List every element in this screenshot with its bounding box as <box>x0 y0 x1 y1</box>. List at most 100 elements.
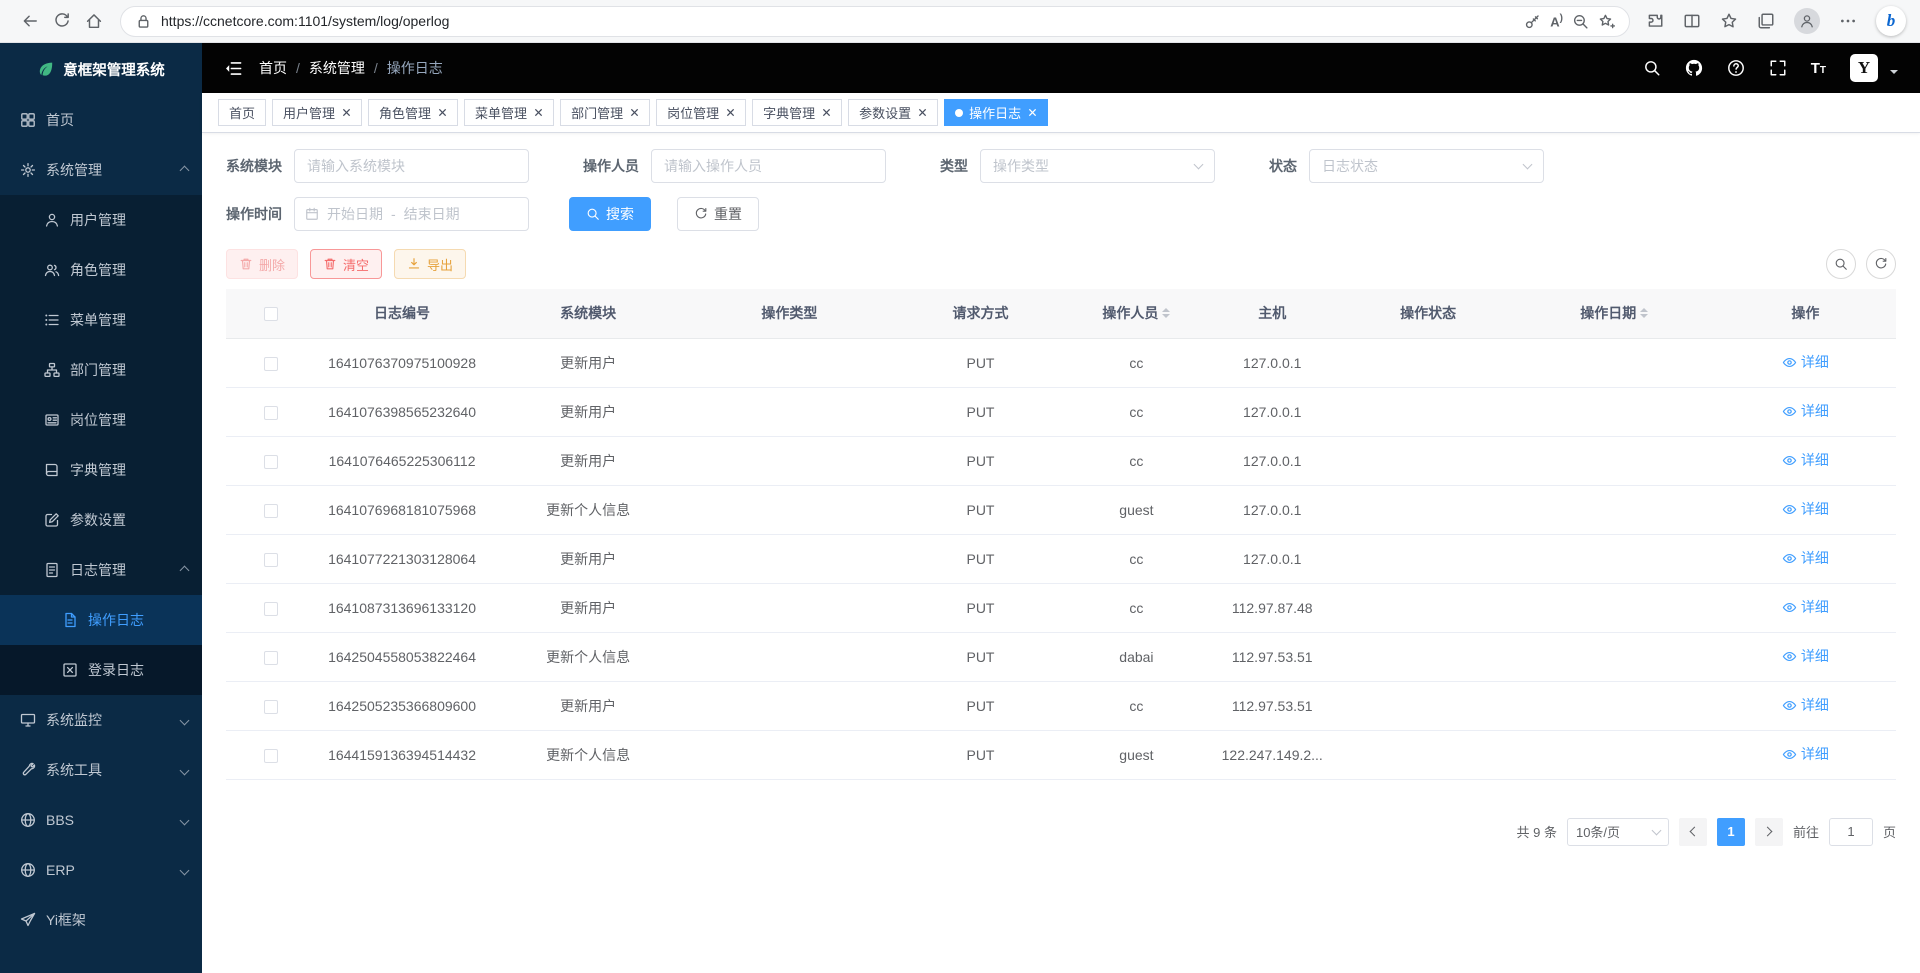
tab[interactable]: 字典管理 <box>752 99 842 126</box>
fullscreen-icon[interactable] <box>1769 59 1787 77</box>
font-size-icon[interactable]: TT <box>1811 60 1826 77</box>
collections-icon[interactable] <box>1757 12 1775 30</box>
tab-close-icon[interactable] <box>438 108 447 117</box>
detail-link[interactable]: 详细 <box>1782 695 1829 715</box>
toggle-search-button[interactable] <box>1826 249 1856 279</box>
zoom-out-icon[interactable] <box>1572 13 1589 30</box>
sort-caret-icon[interactable] <box>1162 304 1170 322</box>
user-avatar[interactable]: Y <box>1850 54 1878 82</box>
row-checkbox[interactable] <box>264 406 278 420</box>
password-key-icon[interactable] <box>1524 13 1541 30</box>
github-icon[interactable] <box>1685 59 1703 77</box>
sidebar-item-login-log[interactable]: 登录日志 <box>0 645 202 695</box>
detail-link[interactable]: 详细 <box>1782 597 1829 617</box>
reset-button[interactable]: 重置 <box>677 197 759 231</box>
tab-close-icon[interactable] <box>630 108 639 117</box>
bing-icon[interactable]: b <box>1876 6 1906 36</box>
detail-link[interactable]: 详细 <box>1782 450 1829 470</box>
sidebar-item-home[interactable]: 首页 <box>0 95 202 145</box>
sidebar-item-role-management[interactable]: 角色管理 <box>0 245 202 295</box>
date-range-picker[interactable]: 开始日期 - 结束日期 <box>294 197 529 231</box>
clear-button[interactable]: 清空 <box>310 249 382 279</box>
read-aloud-icon[interactable]: A) <box>1550 13 1563 29</box>
row-checkbox[interactable] <box>264 455 278 469</box>
select-all-checkbox[interactable] <box>264 307 278 321</box>
module-input[interactable] <box>294 149 529 183</box>
sidebar-item-system-tools[interactable]: 系统工具 <box>0 745 202 795</box>
tab[interactable]: 操作日志 <box>944 99 1048 126</box>
detail-link[interactable]: 详细 <box>1782 548 1829 568</box>
tab[interactable]: 角色管理 <box>368 99 458 126</box>
sidebar-collapse-button[interactable] <box>224 59 243 78</box>
sidebar-item-param-settings[interactable]: 参数设置 <box>0 495 202 545</box>
page-number-button[interactable]: 1 <box>1717 818 1745 846</box>
sidebar-item-system-management[interactable]: 系统管理 <box>0 145 202 195</box>
tab[interactable]: 首页 <box>218 99 266 126</box>
tab-close-icon[interactable] <box>342 108 351 117</box>
goto-page-input[interactable] <box>1829 818 1873 846</box>
sidebar-item-bbs[interactable]: BBS <box>0 795 202 845</box>
sort-caret-icon[interactable] <box>1640 304 1648 322</box>
header-search-icon[interactable] <box>1643 59 1661 77</box>
row-checkbox[interactable] <box>264 504 278 518</box>
tab[interactable]: 用户管理 <box>272 99 362 126</box>
sidebar-item-erp[interactable]: ERP <box>0 845 202 895</box>
row-checkbox[interactable] <box>264 602 278 616</box>
sidebar-item-menu-management[interactable]: 菜单管理 <box>0 295 202 345</box>
add-favorite-icon[interactable] <box>1598 13 1615 30</box>
row-checkbox[interactable] <box>264 700 278 714</box>
status-select[interactable]: 日志状态 <box>1309 149 1544 183</box>
sidebar-item-log-management[interactable]: 日志管理 <box>0 545 202 595</box>
prev-page-button[interactable] <box>1679 818 1707 846</box>
tab-close-icon[interactable] <box>726 108 735 117</box>
page-size-select[interactable]: 10条/页 <box>1567 818 1669 846</box>
next-page-button[interactable] <box>1755 818 1783 846</box>
tab-close-icon[interactable] <box>822 108 831 117</box>
delete-button[interactable]: 删除 <box>226 249 298 279</box>
export-button[interactable]: 导出 <box>394 249 466 279</box>
tab-close-icon[interactable] <box>1028 108 1037 117</box>
split-screen-icon[interactable] <box>1683 12 1701 30</box>
detail-link[interactable]: 详细 <box>1782 744 1829 764</box>
user-menu-caret-icon[interactable] <box>1890 70 1898 78</box>
tab[interactable]: 岗位管理 <box>656 99 746 126</box>
extensions-icon[interactable] <box>1646 12 1664 30</box>
row-checkbox[interactable] <box>264 749 278 763</box>
browser-back-button[interactable] <box>14 5 46 37</box>
favorites-icon[interactable] <box>1720 12 1738 30</box>
row-checkbox[interactable] <box>264 357 278 371</box>
refresh-table-button[interactable] <box>1866 249 1896 279</box>
sidebar-item-system-monitor[interactable]: 系统监控 <box>0 695 202 745</box>
detail-link[interactable]: 详细 <box>1782 401 1829 421</box>
column-header[interactable]: 操作日期 <box>1514 289 1715 338</box>
address-bar[interactable]: https://ccnetcore.com:1101/system/log/op… <box>120 6 1630 37</box>
sidebar-item-post-management[interactable]: 岗位管理 <box>0 395 202 445</box>
browser-profile-avatar[interactable] <box>1794 8 1820 34</box>
browser-more-icon[interactable] <box>1839 12 1857 30</box>
browser-home-button[interactable] <box>78 5 110 37</box>
breadcrumb-system[interactable]: 系统管理 <box>309 58 365 78</box>
detail-link[interactable]: 详细 <box>1782 352 1829 372</box>
type-select[interactable]: 操作类型 <box>980 149 1215 183</box>
detail-link[interactable]: 详细 <box>1782 646 1829 666</box>
tab-close-icon[interactable] <box>534 108 543 117</box>
tab[interactable]: 菜单管理 <box>464 99 554 126</box>
breadcrumb-home[interactable]: 首页 <box>259 58 287 78</box>
sidebar-item-yi-framework[interactable]: Yi框架 <box>0 895 202 945</box>
leaf-logo-icon <box>37 60 55 78</box>
sidebar-item-oper-log[interactable]: 操作日志 <box>0 595 202 645</box>
search-button[interactable]: 搜索 <box>569 197 651 231</box>
help-icon[interactable] <box>1727 59 1745 77</box>
operator-input[interactable] <box>651 149 886 183</box>
detail-link[interactable]: 详细 <box>1782 499 1829 519</box>
row-checkbox[interactable] <box>264 553 278 567</box>
tab[interactable]: 参数设置 <box>848 99 938 126</box>
row-checkbox[interactable] <box>264 651 278 665</box>
sidebar-item-user-management[interactable]: 用户管理 <box>0 195 202 245</box>
tab[interactable]: 部门管理 <box>560 99 650 126</box>
tab-close-icon[interactable] <box>918 108 927 117</box>
browser-refresh-button[interactable] <box>46 5 78 37</box>
sidebar-item-dict-management[interactable]: 字典管理 <box>0 445 202 495</box>
sidebar-item-dept-management[interactable]: 部门管理 <box>0 345 202 395</box>
column-header[interactable]: 操作人员 <box>1071 289 1202 338</box>
